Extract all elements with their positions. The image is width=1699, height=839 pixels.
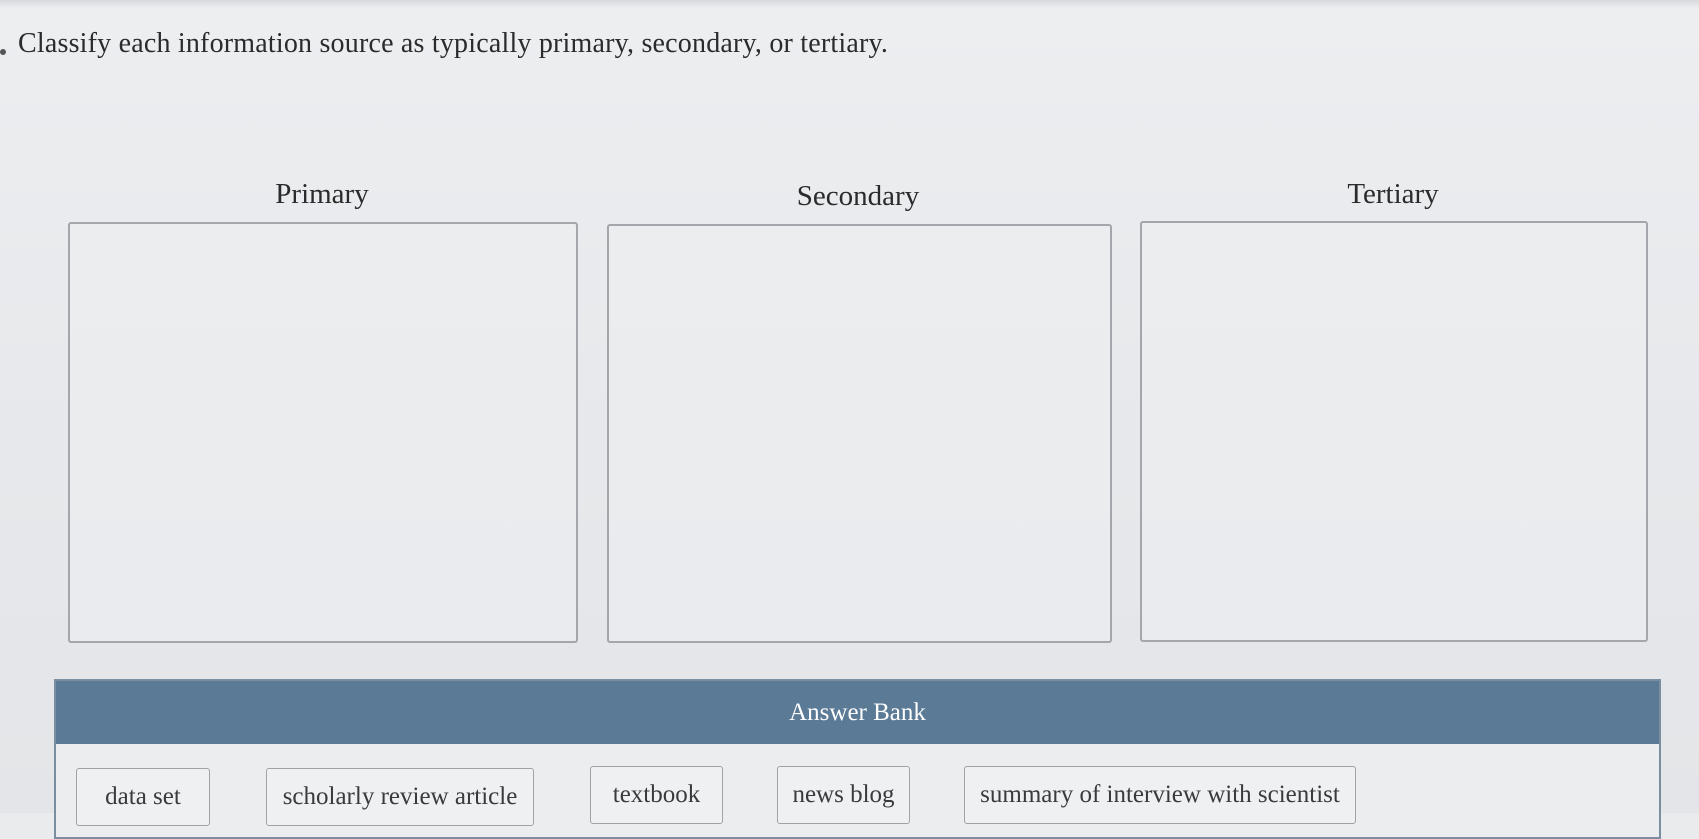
page: Classify each information source as typi… — [0, 0, 1699, 839]
question-bullet-icon — [0, 49, 6, 55]
category-label-secondary: Secondary — [796, 180, 920, 212]
answer-chip-textbook[interactable]: textbook — [590, 766, 723, 824]
drop-zone-tertiary[interactable] — [1140, 221, 1648, 642]
category-label-primary: Primary — [275, 178, 369, 210]
answer-bank-title: Answer Bank — [789, 698, 926, 726]
answer-chip-summary-of-interview[interactable]: summary of interview with scientist — [964, 766, 1356, 824]
answer-bank-header: Answer Bank — [56, 681, 1659, 744]
answer-chip-scholarly-review-article[interactable]: scholarly review article — [266, 768, 534, 826]
drop-zone-primary[interactable] — [68, 222, 578, 643]
answer-chip-news-blog[interactable]: news blog — [777, 766, 910, 824]
drop-zone-secondary[interactable] — [607, 224, 1112, 643]
answer-chip-data-set[interactable]: data set — [76, 768, 210, 826]
question-instruction: Classify each information source as typi… — [18, 28, 889, 59]
top-edge-divider — [0, 0, 1699, 8]
category-label-tertiary: Tertiary — [1347, 178, 1439, 210]
